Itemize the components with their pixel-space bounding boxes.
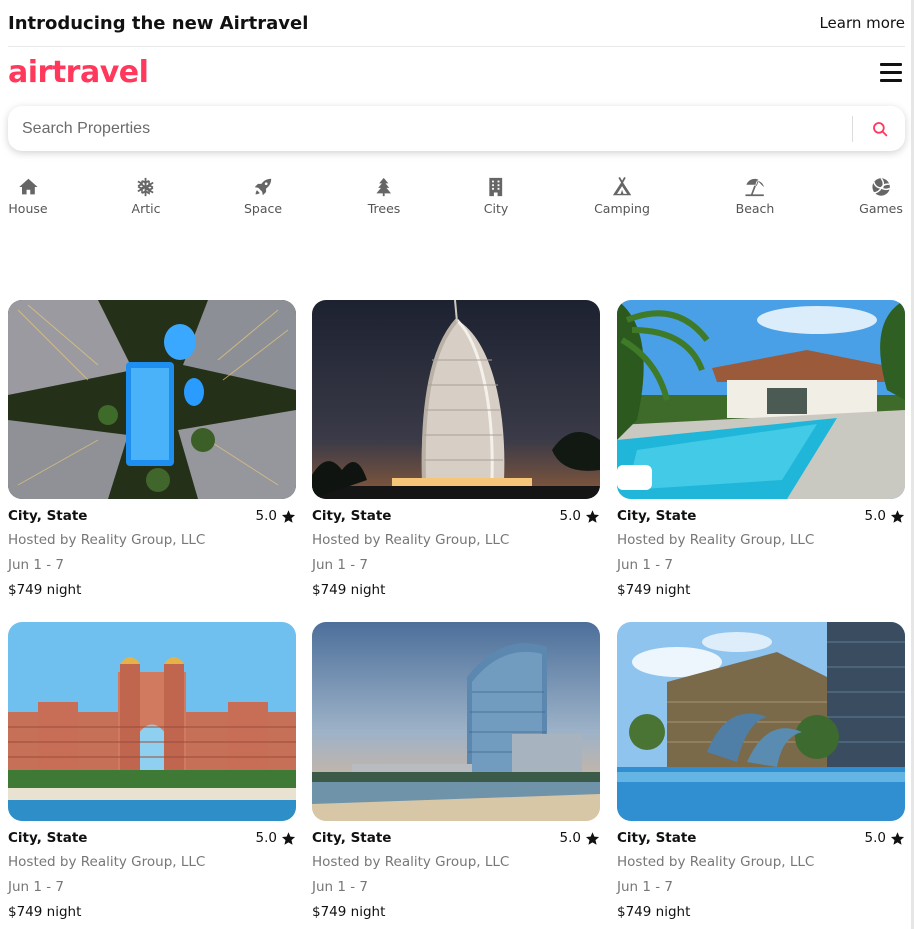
category-city[interactable]: City: [483, 176, 509, 216]
category-space[interactable]: Space: [244, 176, 282, 216]
listing-dates: Jun 1 - 7: [312, 557, 369, 573]
star-icon: [281, 831, 296, 845]
learn-more-link[interactable]: Learn more: [819, 14, 905, 32]
aerial-resort-pool-photo: [8, 300, 296, 499]
listing-card[interactable]: City, State 5.0 Hosted by Reality Group,…: [312, 300, 600, 600]
category-label: Beach: [735, 201, 775, 216]
house-icon: [18, 178, 38, 195]
listing-location: City, State: [8, 830, 88, 846]
listing-card[interactable]: City, State 5.0 Hosted by Reality Group,…: [312, 622, 600, 922]
category-beach[interactable]: Beach: [735, 176, 775, 216]
tropical-villa-pool-photo: [617, 300, 905, 499]
listing-host: Hosted by Reality Group, LLC: [617, 532, 815, 548]
rating-value: 5.0: [864, 508, 886, 524]
listing-price: $749 night: [312, 904, 386, 920]
category-artic[interactable]: Artic: [131, 176, 161, 216]
category-label: Trees: [367, 201, 401, 216]
category-label: City: [483, 201, 509, 216]
listing-card[interactable]: City, State 5.0 Hosted by Reality Group,…: [8, 622, 296, 922]
glass-tower-beach-photo: [312, 622, 600, 821]
dolphin-fountain-city-photo: [617, 622, 905, 821]
search-icon[interactable]: [865, 114, 895, 144]
volleyball-icon: [872, 177, 891, 196]
listing-host: Hosted by Reality Group, LLC: [8, 532, 206, 548]
star-icon: [890, 831, 905, 845]
arched-palace-resort-photo: [8, 622, 296, 821]
umbrella-beach-icon: [745, 178, 765, 197]
listing-dates: Jun 1 - 7: [8, 557, 65, 573]
category-house[interactable]: House: [8, 176, 48, 216]
star-icon: [585, 831, 600, 845]
snowflake-icon: [137, 177, 155, 197]
search-bar: [8, 106, 905, 151]
listing-price: $749 night: [617, 582, 691, 598]
listing-rating: 5.0: [865, 508, 905, 524]
category-label: Games: [859, 201, 903, 216]
listing-price: $749 night: [8, 582, 82, 598]
category-label: House: [8, 201, 48, 216]
category-games[interactable]: Games: [859, 176, 903, 216]
listing-rating: 5.0: [256, 830, 296, 846]
listing-dates: Jun 1 - 7: [312, 879, 369, 895]
tree-icon: [376, 177, 392, 197]
category-label: Camping: [594, 201, 650, 216]
listing-location: City, State: [312, 508, 392, 524]
listing-location: City, State: [617, 830, 697, 846]
category-trees[interactable]: Trees: [367, 176, 401, 216]
listing-location: City, State: [8, 508, 88, 524]
rating-value: 5.0: [559, 830, 581, 846]
category-camping[interactable]: Camping: [594, 176, 650, 216]
site-header: airtravel: [8, 48, 905, 96]
rocket-icon: [254, 178, 272, 196]
star-icon: [890, 509, 905, 523]
building-icon: [489, 177, 503, 197]
airtravel-logo[interactable]: airtravel: [8, 55, 149, 90]
category-label: Space: [243, 201, 283, 216]
category-bar: House Artic Space Trees City Camping Bea…: [8, 176, 905, 222]
star-icon: [585, 509, 600, 523]
listing-card[interactable]: City, State 5.0 Hosted by Reality Group,…: [617, 622, 905, 922]
listing-card[interactable]: City, State 5.0 Hosted by Reality Group,…: [8, 300, 296, 600]
listing-host: Hosted by Reality Group, LLC: [617, 854, 815, 870]
listing-card[interactable]: City, State 5.0 Hosted by Reality Group,…: [617, 300, 905, 600]
listing-host: Hosted by Reality Group, LLC: [8, 854, 206, 870]
search-input[interactable]: [8, 106, 852, 151]
category-label: Artic: [131, 201, 161, 216]
listing-price: $749 night: [617, 904, 691, 920]
listing-rating: 5.0: [256, 508, 296, 524]
announcement-title: Introducing the new Airtravel: [8, 12, 309, 34]
search-divider: [852, 115, 853, 142]
listing-rating: 5.0: [560, 508, 600, 524]
listing-host: Hosted by Reality Group, LLC: [312, 854, 510, 870]
listing-dates: Jun 1 - 7: [617, 557, 674, 573]
star-icon: [281, 509, 296, 523]
rating-value: 5.0: [255, 508, 277, 524]
listing-rating: 5.0: [560, 830, 600, 846]
rating-value: 5.0: [559, 508, 581, 524]
rating-value: 5.0: [864, 830, 886, 846]
listing-price: $749 night: [8, 904, 82, 920]
listing-host: Hosted by Reality Group, LLC: [312, 532, 510, 548]
listing-price: $749 night: [312, 582, 386, 598]
listing-dates: Jun 1 - 7: [617, 879, 674, 895]
listing-rating: 5.0: [865, 830, 905, 846]
listing-dates: Jun 1 - 7: [8, 879, 65, 895]
listing-location: City, State: [617, 508, 697, 524]
tent-icon: [612, 177, 632, 196]
announcement-bar: Introducing the new Airtravel Learn more: [8, 0, 905, 47]
sail-shaped-hotel-dusk-photo: [312, 300, 600, 499]
hamburger-menu-icon[interactable]: [880, 60, 904, 84]
listing-location: City, State: [312, 830, 392, 846]
rating-value: 5.0: [255, 830, 277, 846]
